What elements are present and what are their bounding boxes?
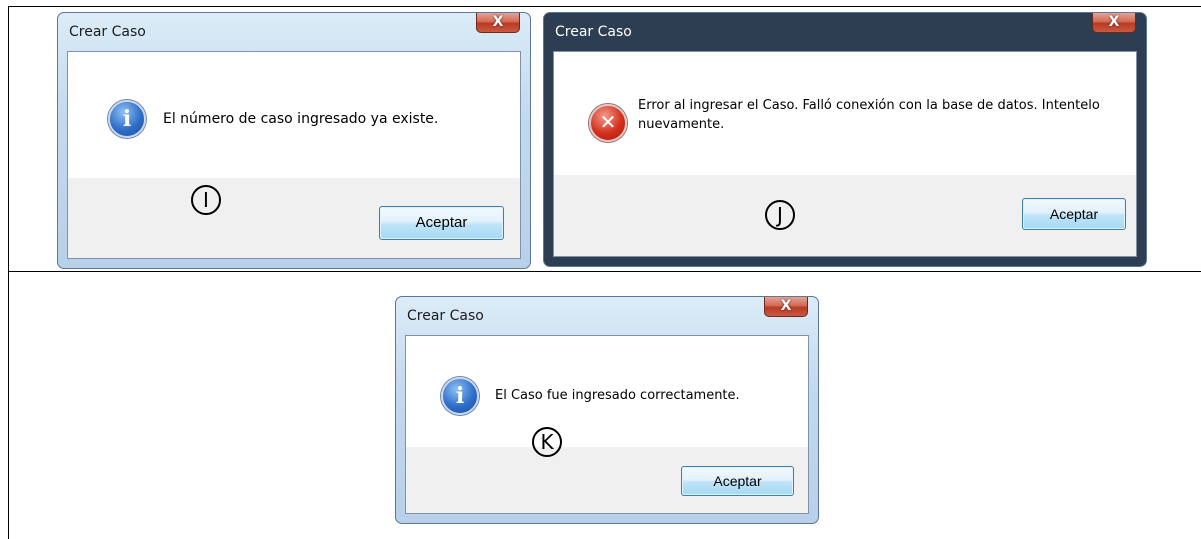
dialog-case-created: Crear Caso X i El Caso fue ingresado cor… (395, 296, 819, 524)
frame-left-border (8, 6, 9, 539)
frame-divider (8, 271, 1201, 272)
close-button[interactable]: X (476, 13, 520, 33)
info-icon: i (108, 100, 146, 138)
info-icon: i (441, 377, 479, 415)
dialog-client-area: i El número de caso ingresado ya existe.… (67, 51, 521, 259)
close-button[interactable]: X (1092, 13, 1136, 33)
dialog-case-exists: Crear Caso X i El número de caso ingresa… (57, 12, 531, 269)
accept-button[interactable]: Aceptar (1022, 198, 1126, 230)
error-icon: ✕ (589, 104, 627, 142)
dialog-message: El número de caso ingresado ya existe. (163, 111, 439, 127)
dialog-db-error: Crear Caso X ✕ Error al ingresar el Caso… (543, 12, 1147, 267)
message-area: i El número de caso ingresado ya existe. (68, 52, 520, 178)
dialog-title: Crear Caso (407, 308, 484, 324)
dialog-title: Crear Caso (555, 24, 632, 40)
frame-top-border (8, 6, 1201, 7)
dialog-client-area: ✕ Error al ingresar el Caso. Falló conex… (553, 51, 1137, 257)
accept-button[interactable]: Aceptar (681, 466, 794, 496)
message-area: ✕ Error al ingresar el Caso. Falló conex… (554, 52, 1136, 175)
marker-label: J (765, 200, 795, 230)
close-button[interactable]: X (764, 297, 808, 317)
dialog-client-area: i El Caso fue ingresado correctamente. K… (405, 335, 809, 514)
message-area: i El Caso fue ingresado correctamente. (406, 336, 808, 447)
marker-label: K (532, 427, 562, 457)
dialog-message: Error al ingresar el Caso. Falló conexió… (638, 98, 1100, 132)
dialog-message: El Caso fue ingresado correctamente. (495, 388, 740, 403)
marker-label: I (191, 185, 221, 215)
dialog-title: Crear Caso (69, 24, 146, 40)
accept-button[interactable]: Aceptar (379, 206, 504, 240)
